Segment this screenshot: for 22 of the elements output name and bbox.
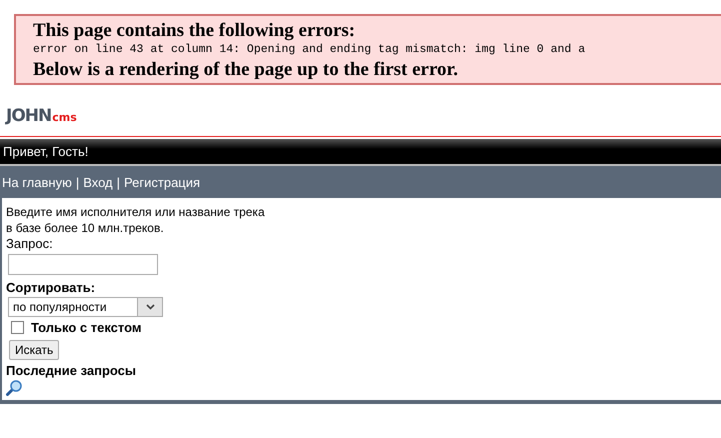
chevron-icon	[146, 304, 154, 310]
search-button[interactable]: Искать	[9, 340, 60, 360]
query-label: Запрос:	[6, 236, 54, 252]
intro-text: в базе более 10 млн.треков.	[6, 220, 165, 236]
error-title: This page contains the following errors:	[33, 20, 356, 41]
nav-separator: |	[76, 174, 80, 190]
recent-label: Последние запросы	[6, 363, 138, 379]
intro-text: Введите имя исполнителя или название трека	[6, 204, 266, 220]
error-footer: Below is a rendering of the page up to the first error.	[33, 59, 721, 80]
nav-link[interactable]: Регистрация	[124, 174, 200, 190]
checkbox[interactable]	[11, 321, 24, 334]
nav-link[interactable]: Вход	[83, 174, 113, 190]
logo: JOHNcms	[6, 108, 77, 124]
query-input[interactable]	[8, 254, 158, 275]
error-message: error on line 43 at column 14: Opening and ending tag mismatch: img line 0 and a	[33, 42, 586, 58]
nav-link[interactable]: На главную	[2, 174, 72, 190]
checkbox-label: Только с текстом	[31, 320, 142, 335]
greeting: Привет, Гость!	[3, 144, 88, 159]
sort-select[interactable]: по популярности	[8, 297, 163, 317]
sort-label: Сортировать:	[6, 280, 96, 296]
search-icon[interactable]	[6, 380, 22, 396]
nav-separator: |	[116, 174, 120, 190]
